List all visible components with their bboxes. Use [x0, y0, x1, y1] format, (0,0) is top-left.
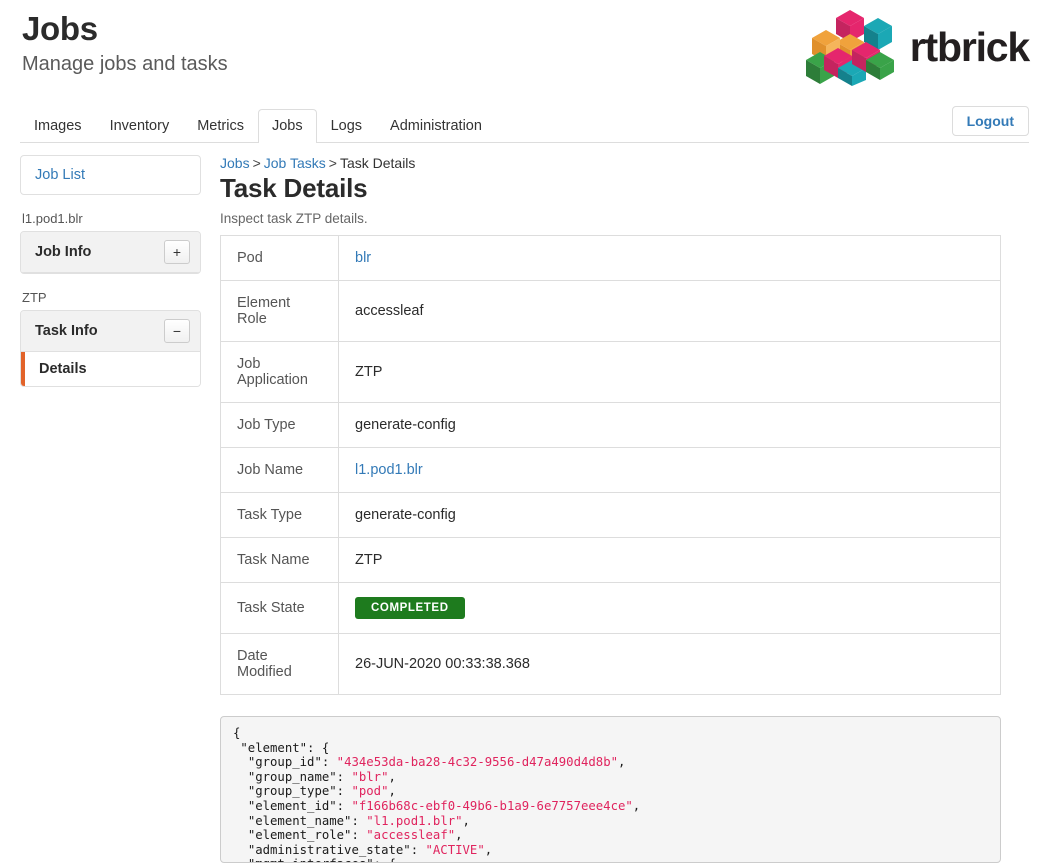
- main-navigation-tabs: Images Inventory Metrics Jobs Logs Admin…: [20, 106, 1029, 143]
- sidebar-task-info-box: Task Info − Details: [20, 310, 201, 387]
- row-key: Job Application: [220, 341, 339, 403]
- table-row: Task Name ZTP: [220, 537, 1001, 583]
- row-key: Task State: [220, 582, 339, 634]
- table-row: Element Role accessleaf: [220, 280, 1001, 342]
- table-row: Job Application ZTP: [220, 341, 1001, 403]
- tab-images[interactable]: Images: [20, 109, 96, 143]
- row-value: generate-config: [338, 492, 1001, 538]
- row-key: Date Modified: [220, 633, 339, 695]
- sidebar-job-info-header[interactable]: Job Info +: [21, 232, 200, 273]
- row-key: Element Role: [220, 280, 339, 342]
- job-name-link[interactable]: l1.pod1.blr: [355, 462, 423, 478]
- sidebar: Job List l1.pod1.blr Job Info + ZTP Task…: [20, 155, 201, 387]
- row-key: Task Name: [220, 537, 339, 583]
- page-header: Jobs Manage jobs and tasks rtbrick: [0, 0, 1049, 100]
- sidebar-job-info-box: Job Info +: [20, 231, 201, 274]
- row-key: Job Name: [220, 447, 339, 493]
- breadcrumb-link-jobs[interactable]: Jobs: [220, 155, 250, 171]
- logout-button[interactable]: Logout: [951, 106, 1029, 136]
- tab-jobs[interactable]: Jobs: [257, 108, 317, 143]
- tab-metrics[interactable]: Metrics: [183, 109, 258, 143]
- tab-logs[interactable]: Logs: [317, 109, 376, 143]
- row-value: ZTP: [338, 537, 1001, 583]
- brand-logo: rtbrick: [804, 8, 1030, 86]
- row-key: Job Type: [220, 402, 339, 448]
- row-key: Task Type: [220, 492, 339, 538]
- row-value: l1.pod1.blr: [338, 447, 1001, 493]
- brand-name: rtbrick: [909, 23, 1030, 70]
- task-details-table-body: Pod blr Element Role accessleaf Job Appl…: [220, 235, 1001, 695]
- pod-link[interactable]: blr: [355, 250, 371, 266]
- row-key: Pod: [220, 235, 339, 281]
- row-value: blr: [338, 235, 1001, 281]
- main-content: Jobs > Job Tasks > Task Details Task Details…: [201, 155, 1029, 863]
- rtbrick-cubes-icon: [805, 10, 894, 86]
- sidebar-item-details[interactable]: Details: [21, 352, 200, 386]
- sidebar-task-info-title: Task Info: [35, 323, 98, 339]
- row-value: accessleaf: [338, 280, 1001, 342]
- sidebar-job-info-title: Job Info: [35, 244, 92, 260]
- sidebar-job-group-label: l1.pod1.blr: [22, 211, 83, 226]
- table-row: Job Name l1.pod1.blr: [220, 447, 1001, 493]
- tab-inventory[interactable]: Inventory: [96, 109, 184, 143]
- row-value: 26-JUN-2020 00:33:38.368: [338, 633, 1001, 695]
- breadcrumb-link-job-tasks[interactable]: Job Tasks: [264, 155, 326, 171]
- sidebar-task-info-header[interactable]: Task Info −: [21, 311, 200, 352]
- collapse-task-info-button[interactable]: −: [164, 319, 190, 343]
- row-value: COMPLETED: [338, 582, 1001, 634]
- page-body: Job List l1.pod1.blr Job Info + ZTP Task…: [0, 143, 1049, 863]
- content-subtitle: Inspect task ZTP details.: [220, 211, 368, 226]
- breadcrumb-separator: >: [328, 155, 337, 171]
- breadcrumb: Jobs > Job Tasks > Task Details: [220, 155, 1029, 171]
- table-row: Task Type generate-config: [220, 492, 1001, 538]
- table-row: Task State COMPLETED: [220, 582, 1001, 634]
- tab-administration[interactable]: Administration: [376, 109, 496, 143]
- sidebar-item-job-list[interactable]: Job List: [21, 156, 200, 194]
- row-value: ZTP: [338, 341, 1001, 403]
- task-details-table: Pod blr Element Role accessleaf Job Appl…: [220, 235, 1001, 695]
- status-badge: COMPLETED: [355, 597, 465, 619]
- breadcrumb-separator: >: [252, 155, 261, 171]
- table-row: Date Modified 26-JUN-2020 00:33:38.368: [220, 633, 1001, 695]
- table-row: Job Type generate-config: [220, 402, 1001, 448]
- table-row: Pod blr: [220, 235, 1001, 281]
- task-json-code-block: { "element": { "group_id": "434e53da-ba2…: [220, 716, 1001, 863]
- breadcrumb-current: Task Details: [339, 155, 416, 171]
- content-title: Task Details: [220, 173, 368, 203]
- row-value: generate-config: [338, 402, 1001, 448]
- sidebar-task-group-label: ZTP: [22, 290, 47, 305]
- expand-job-info-button[interactable]: +: [164, 240, 190, 264]
- sidebar-job-list-box: Job List: [20, 155, 201, 195]
